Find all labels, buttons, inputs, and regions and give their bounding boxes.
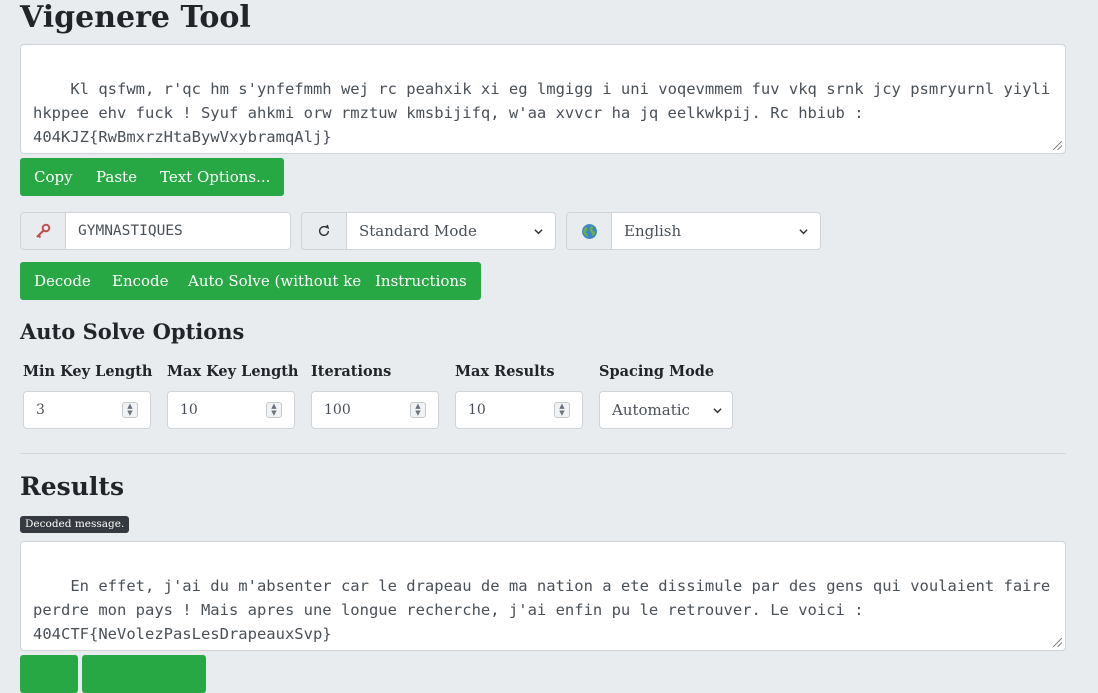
- language-selected: English: [624, 222, 682, 240]
- input-text: Kl qsfwm, r'qc hm s'ynfefmmh wej rc peah…: [33, 80, 1060, 146]
- language-select-group: English: [566, 212, 821, 250]
- status-badge: Decoded message.: [20, 516, 130, 533]
- spacing-mode-label: Spacing Mode: [599, 363, 715, 380]
- stepper-icon[interactable]: ▲ ▼: [554, 402, 570, 418]
- spacing-mode-select[interactable]: Automatic: [599, 391, 733, 429]
- mode-select-group: Standard Mode: [301, 212, 556, 250]
- iterations-input[interactable]: 100 ▲ ▼: [311, 391, 439, 429]
- spacing-mode-selected: Automatic: [612, 401, 690, 419]
- key-input[interactable]: GYMNASTIQUES: [66, 212, 291, 250]
- results-button-1[interactable]: [20, 655, 78, 693]
- mode-select[interactable]: Standard Mode: [347, 212, 556, 250]
- max-key-length-label: Max Key Length: [167, 363, 299, 380]
- language-select[interactable]: English: [612, 212, 821, 250]
- auto-solve-button[interactable]: Auto Solve (without key): [174, 262, 390, 300]
- chevron-down-icon: [799, 228, 808, 234]
- min-key-length-value: 3: [36, 402, 45, 418]
- globe-icon: [566, 212, 612, 250]
- stepper-icon[interactable]: ▲ ▼: [122, 402, 138, 418]
- iterations-value: 100: [324, 402, 351, 418]
- copy-button[interactable]: Copy: [20, 158, 87, 196]
- refresh-icon: [301, 212, 347, 250]
- key-input-group: GYMNASTIQUES: [20, 212, 291, 250]
- max-key-length-input[interactable]: 10 ▲ ▼: [167, 391, 295, 429]
- min-key-length-input[interactable]: 3 ▲ ▼: [23, 391, 151, 429]
- mode-selected: Standard Mode: [359, 222, 477, 240]
- resize-grip-icon[interactable]: [1053, 141, 1062, 150]
- min-key-length-label: Min Key Length: [23, 363, 153, 380]
- auto-solve-heading: Auto Solve Options: [20, 319, 245, 344]
- max-key-length-value: 10: [180, 402, 198, 418]
- chevron-down-icon: [713, 407, 722, 413]
- chevron-down-icon: [534, 228, 543, 234]
- key-value: GYMNASTIQUES: [78, 223, 183, 239]
- section-divider: [20, 453, 1066, 454]
- decode-button[interactable]: Decode: [20, 262, 105, 300]
- stepper-icon[interactable]: ▲ ▼: [266, 402, 282, 418]
- iterations-label: Iterations: [311, 363, 392, 380]
- encode-button[interactable]: Encode: [98, 262, 183, 300]
- max-results-input[interactable]: 10 ▲ ▼: [455, 391, 583, 429]
- instructions-button[interactable]: Instructions: [361, 262, 481, 300]
- results-text: En effet, j'ai du m'absenter car le drap…: [33, 577, 1060, 643]
- stepper-icon[interactable]: ▲ ▼: [410, 402, 426, 418]
- input-textarea[interactable]: Kl qsfwm, r'qc hm s'ynfefmmh wej rc peah…: [20, 44, 1066, 154]
- max-results-label: Max Results: [455, 363, 555, 380]
- results-button-2[interactable]: [82, 655, 206, 693]
- page-title: Vigenere Tool: [20, 0, 251, 35]
- results-heading: Results: [20, 472, 125, 501]
- results-textarea[interactable]: En effet, j'ai du m'absenter car le drap…: [20, 541, 1066, 651]
- text-options-button[interactable]: Text Options...: [146, 158, 285, 196]
- resize-grip-icon[interactable]: [1053, 638, 1062, 647]
- max-results-value: 10: [468, 402, 486, 418]
- key-icon: [20, 212, 66, 250]
- paste-button[interactable]: Paste: [82, 158, 151, 196]
